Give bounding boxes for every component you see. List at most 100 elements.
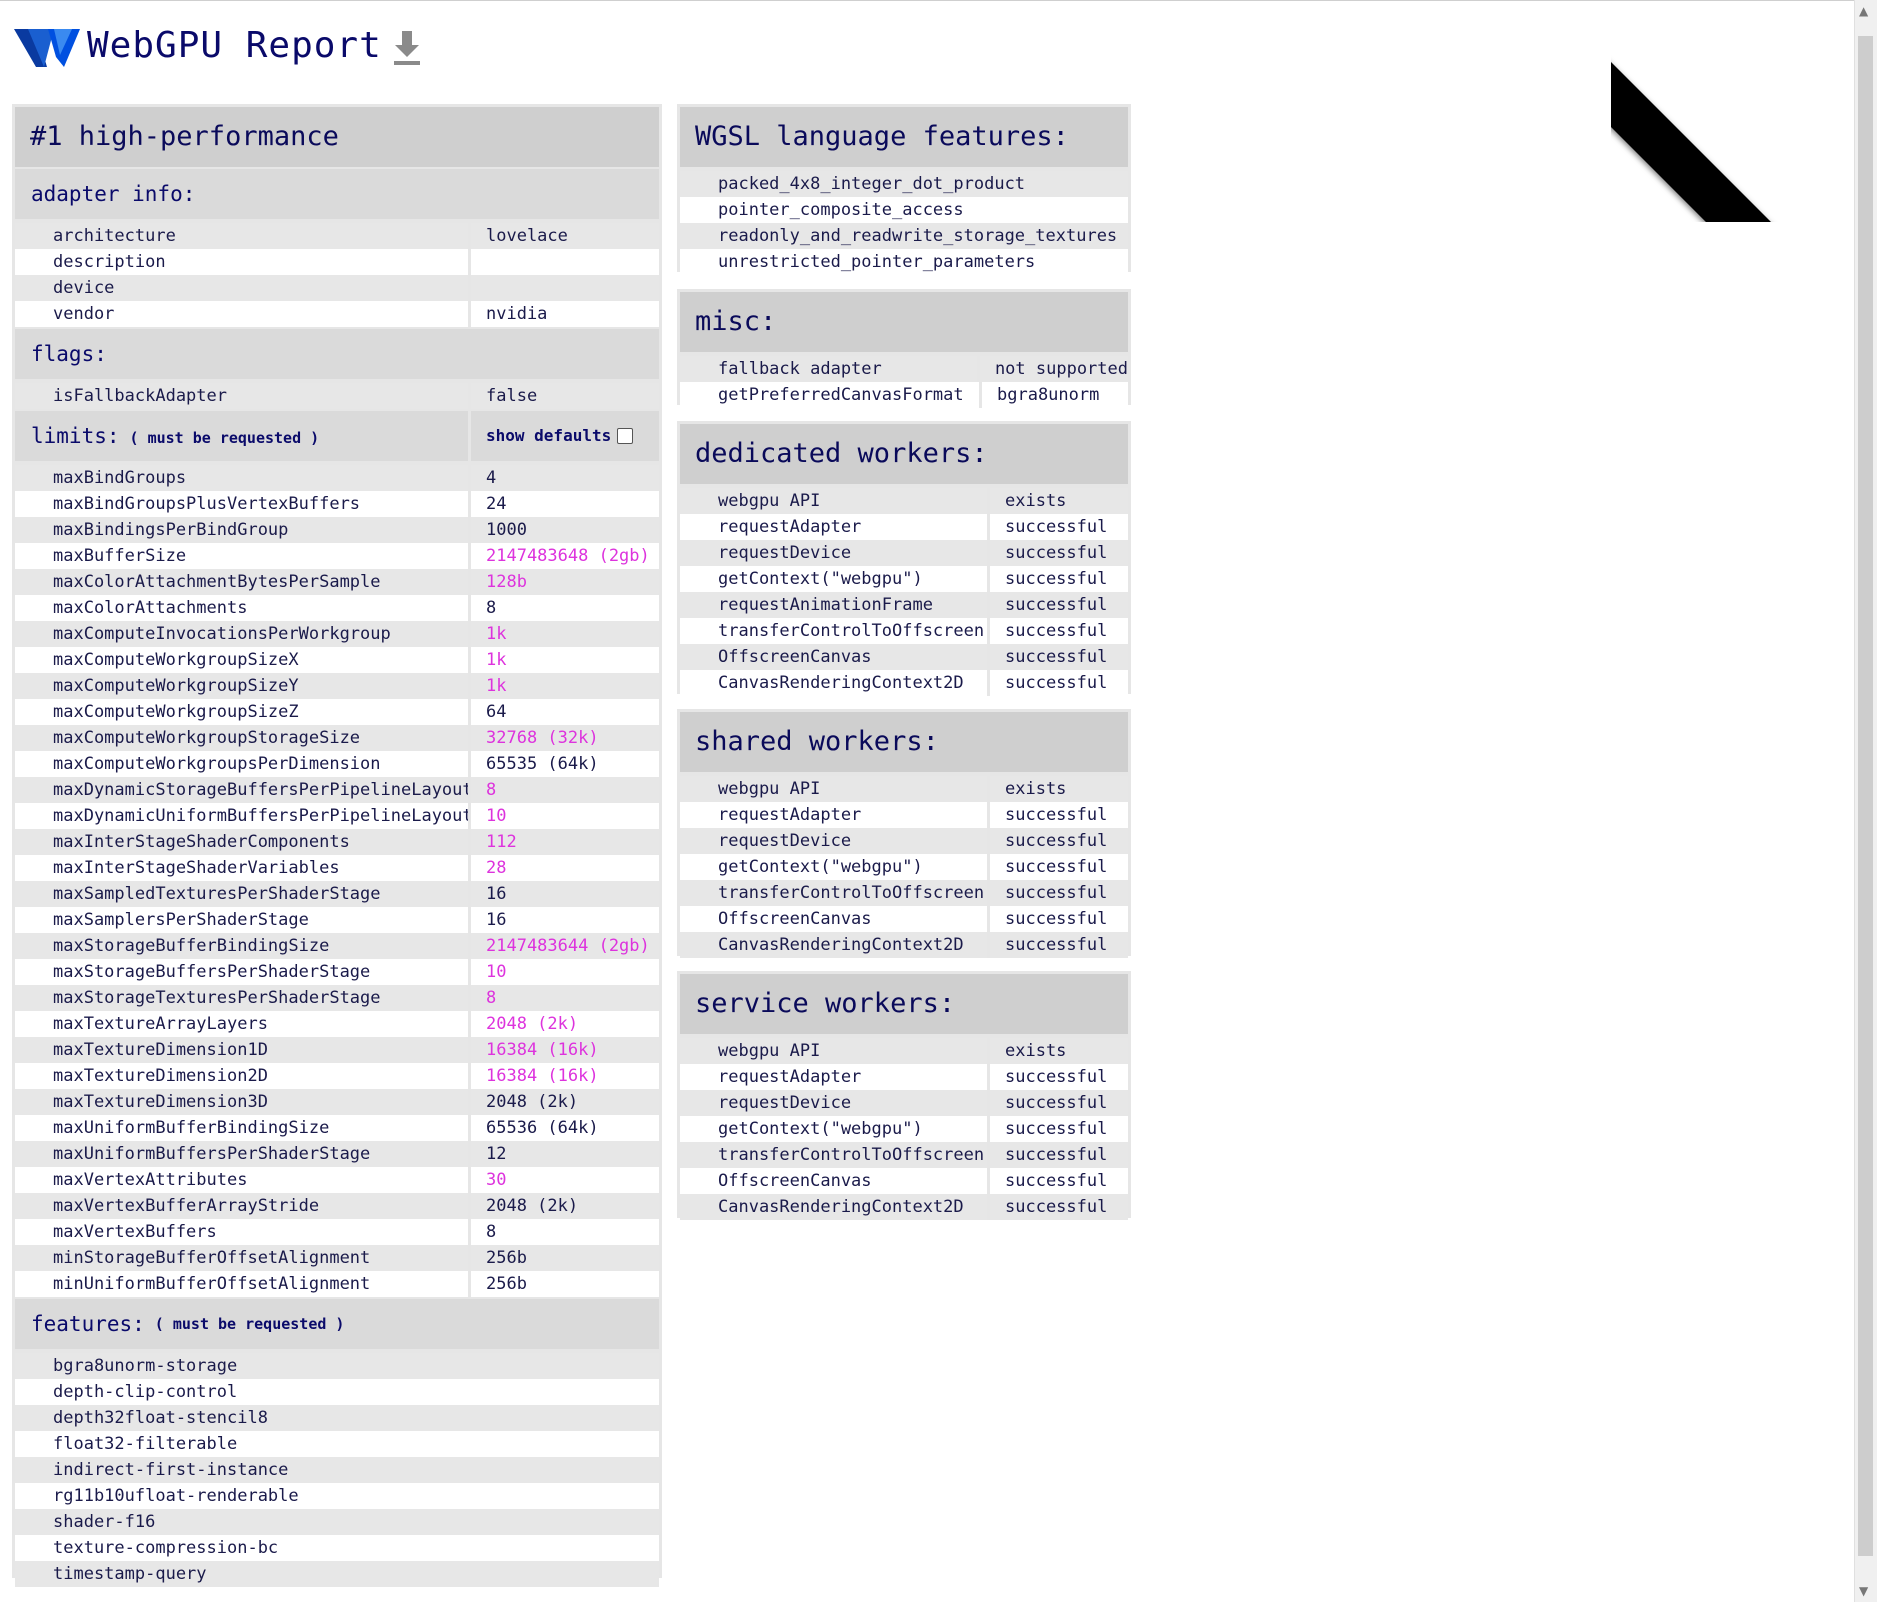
table-row: maxTextureArrayLayers 2048 (2k) <box>15 1011 659 1037</box>
row-value: successful <box>1005 883 1108 903</box>
row-value <box>471 275 486 301</box>
adapter-info-rows: architecture lovelace description device ven… <box>15 223 659 327</box>
row-value: 16384 (16k) <box>486 1066 599 1086</box>
row-value: successful <box>1005 673 1108 693</box>
table-row: maxSampledTexturesPerShaderStage 16 <box>15 881 659 907</box>
table-row: description <box>15 249 659 275</box>
table-row: CanvasRenderingContext2D successful <box>680 932 1128 958</box>
scroll-down-icon[interactable]: ▼ <box>1859 1584 1868 1598</box>
row-key: minStorageBufferOffsetAlignment <box>15 1245 471 1271</box>
webgpu-logo-icon <box>14 29 80 67</box>
table-row: requestDevice successful <box>680 540 1128 566</box>
row-key: device <box>15 275 471 301</box>
list-item-label: texture-compression-bc <box>53 1538 279 1558</box>
row-key: maxComputeWorkgroupSizeX <box>15 647 471 673</box>
row-value: successful <box>1005 1067 1108 1087</box>
row-key: maxVertexBuffers <box>15 1219 471 1245</box>
download-icon[interactable] <box>392 29 422 67</box>
row-key: maxBufferSize <box>15 543 471 569</box>
misc-panel-title: misc: <box>680 292 1128 352</box>
list-item: depth32float-stencil8 <box>15 1405 659 1431</box>
vertical-scrollbar[interactable]: ▲ ▼ <box>1854 0 1877 1602</box>
table-row: getContext("webgpu") successful <box>680 854 1128 880</box>
row-key: maxDynamicStorageBuffersPerPipelineLayou… <box>15 777 471 803</box>
row-key: maxComputeWorkgroupSizeZ <box>15 699 471 725</box>
table-row: vendor nvidia <box>15 301 659 327</box>
table-row: CanvasRenderingContext2D successful <box>680 1194 1128 1220</box>
row-value: 65536 (64k) <box>486 1118 599 1138</box>
row-value: lovelace <box>486 226 568 246</box>
github-ribbon[interactable]: Fix me on GitHub <box>1611 2 1831 222</box>
show-defaults-checkbox[interactable] <box>617 428 634 444</box>
row-value: 112 <box>486 832 517 852</box>
show-defaults-label: show defaults <box>486 426 612 445</box>
row-key: requestDevice <box>680 1090 990 1116</box>
service-workers-title: service workers: <box>680 974 1128 1034</box>
limits-rows: maxBindGroups 4 maxBindGroupsPlusVertexBuf… <box>15 465 659 1297</box>
row-key: maxComputeWorkgroupStorageSize <box>15 725 471 751</box>
row-key: maxTextureArrayLayers <box>15 1011 471 1037</box>
table-row: webgpu API exists <box>680 1038 1128 1064</box>
row-value: successful <box>1005 1197 1108 1217</box>
row-key: requestAdapter <box>680 1064 990 1090</box>
row-key: requestDevice <box>680 828 990 854</box>
table-row: maxVertexBufferArrayStride 2048 (2k) <box>15 1193 659 1219</box>
table-row: minUniformBufferOffsetAlignment 256b <box>15 1271 659 1297</box>
scroll-up-icon[interactable]: ▲ <box>1859 4 1868 18</box>
list-item: bgra8unorm-storage <box>15 1353 659 1379</box>
row-key: CanvasRenderingContext2D <box>680 670 990 696</box>
adapter-info-heading: adapter info: <box>15 169 659 219</box>
row-value: not supported <box>994 359 1128 379</box>
row-value: 2048 (2k) <box>486 1092 579 1112</box>
list-item-label: timestamp-query <box>53 1564 207 1584</box>
scrollbar-thumb[interactable] <box>1858 36 1873 1556</box>
row-value <box>471 249 486 275</box>
wgsl-panel: WGSL language features: packed_4x8_integ… <box>677 104 1131 275</box>
list-item-label: readonly_and_readwrite_storage_textures <box>718 226 1118 246</box>
row-value: successful <box>1005 1119 1108 1139</box>
row-key: OffscreenCanvas <box>680 1168 990 1194</box>
list-item: float32-filterable <box>15 1431 659 1457</box>
row-value: 256b <box>486 1274 527 1294</box>
row-key: maxBindGroups <box>15 465 471 491</box>
show-defaults-toggle[interactable]: show defaults <box>471 411 634 461</box>
row-value: 30 <box>486 1170 507 1190</box>
row-key: maxComputeWorkgroupSizeY <box>15 673 471 699</box>
table-row: maxUniformBufferBindingSize 65536 (64k) <box>15 1115 659 1141</box>
dedicated-workers-title: dedicated workers: <box>680 424 1128 484</box>
table-row: CanvasRenderingContext2D successful <box>680 670 1128 696</box>
row-value: 10 <box>486 962 507 982</box>
row-value: 32768 (32k) <box>486 728 599 748</box>
row-value: 256b <box>486 1248 527 1268</box>
row-key: maxComputeInvocationsPerWorkgroup <box>15 621 471 647</box>
table-row: requestDevice successful <box>680 1090 1128 1116</box>
row-key: maxInterStageShaderComponents <box>15 829 471 855</box>
table-row: maxComputeInvocationsPerWorkgroup 1k <box>15 621 659 647</box>
list-item: readonly_and_readwrite_storage_textures <box>680 223 1128 249</box>
row-key: requestAdapter <box>680 802 990 828</box>
table-row: maxBindingsPerBindGroup 1000 <box>15 517 659 543</box>
table-row: maxStorageBuffersPerShaderStage 10 <box>15 959 659 985</box>
row-value: 12 <box>486 1144 507 1164</box>
list-item-label: pointer_composite_access <box>718 200 964 220</box>
row-value: successful <box>1005 595 1108 615</box>
row-key: getContext("webgpu") <box>680 854 990 880</box>
row-key: maxTextureDimension2D <box>15 1063 471 1089</box>
list-item: shader-f16 <box>15 1509 659 1535</box>
row-key: transferControlToOffscreen <box>680 880 990 906</box>
shared-workers-panel: shared workers: webgpu API exists requestA… <box>677 709 1131 958</box>
table-row: maxTextureDimension1D 16384 (16k) <box>15 1037 659 1063</box>
row-key: maxUniformBuffersPerShaderStage <box>15 1141 471 1167</box>
table-row: webgpu API exists <box>680 488 1128 514</box>
table-row: getPreferredCanvasFormat bgra8unorm <box>680 382 1128 408</box>
table-row: maxDynamicUniformBuffersPerPipelineLayou… <box>15 803 659 829</box>
flags-label: flags: <box>31 342 107 366</box>
list-item: depth-clip-control <box>15 1379 659 1405</box>
list-item: timestamp-query <box>15 1561 659 1587</box>
row-value: successful <box>1005 805 1108 825</box>
table-row: maxSamplersPerShaderStage 16 <box>15 907 659 933</box>
row-value: 16 <box>486 910 507 930</box>
shared-workers-rows: webgpu API exists requestAdapter successful… <box>680 776 1128 958</box>
row-key: maxTextureDimension3D <box>15 1089 471 1115</box>
features-rows: bgra8unorm-storage depth-clip-control dept… <box>15 1353 659 1587</box>
